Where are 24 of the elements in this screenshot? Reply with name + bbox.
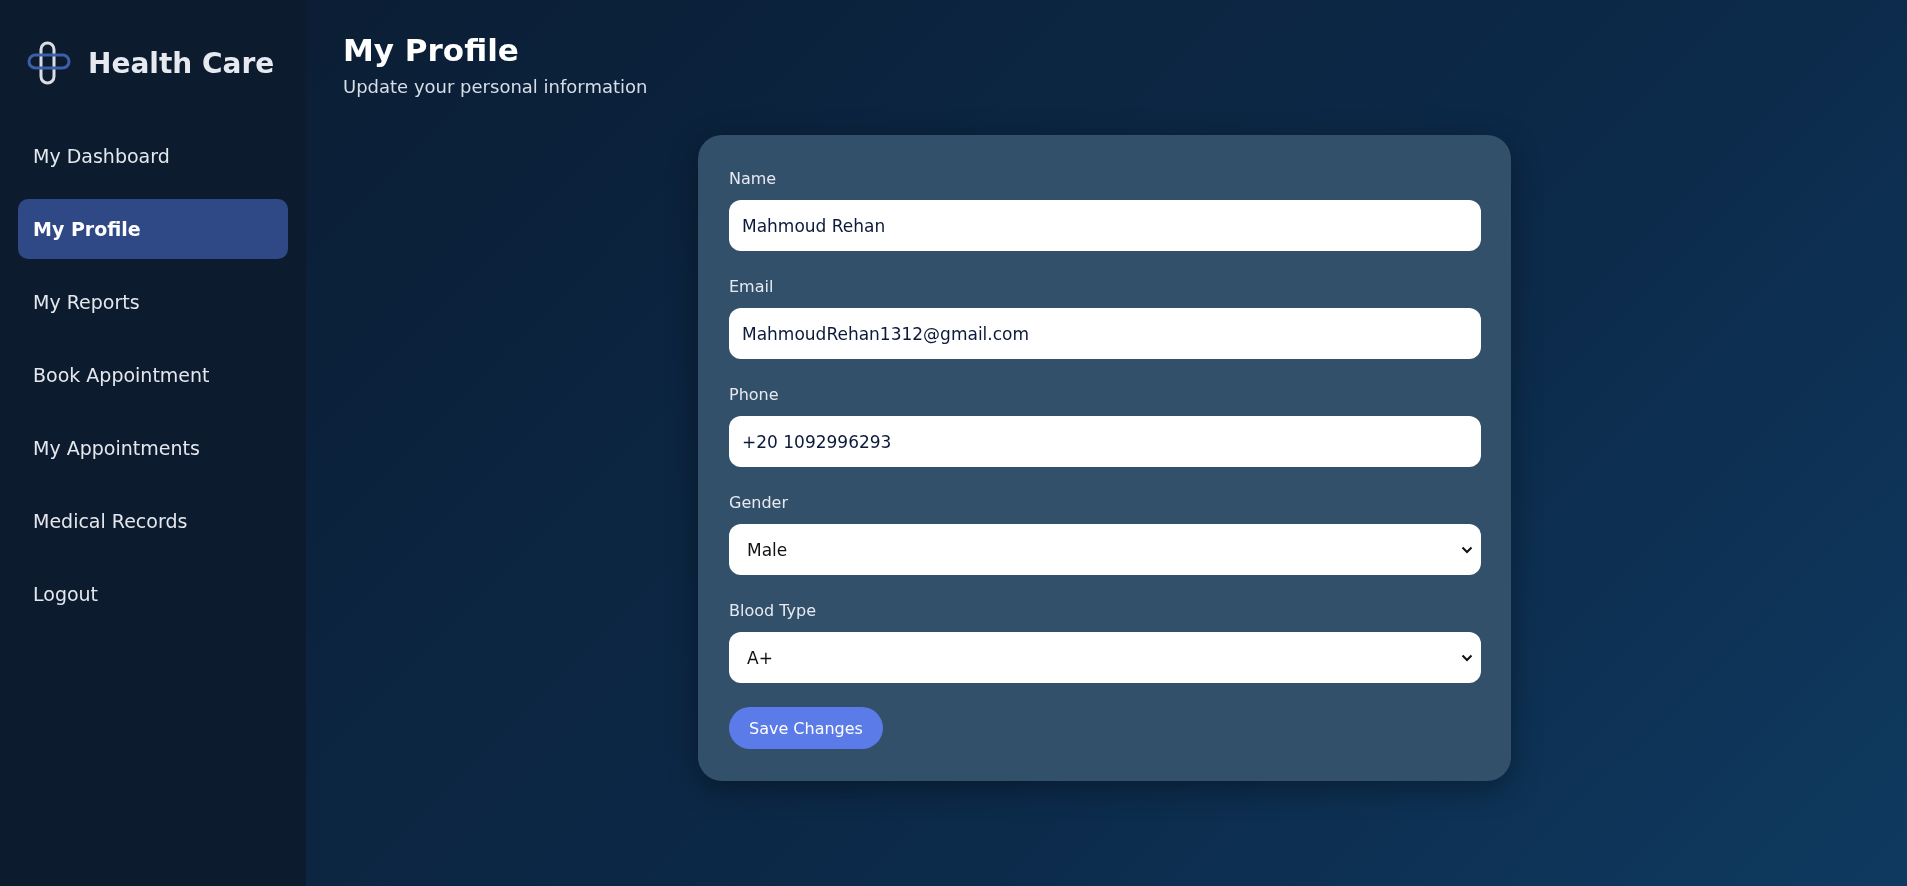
chevron-down-icon	[1461, 545, 1473, 554]
input-field[interactable]: +20 1092996293	[729, 416, 1481, 467]
input-field[interactable]: MahmoudRehan1312@gmail.com	[729, 308, 1481, 359]
nav-item[interactable]: Medical Records	[18, 491, 288, 551]
input-field[interactable]: Mahmoud Rehan	[729, 200, 1481, 251]
nav-item[interactable]: Book Appointment	[18, 345, 288, 405]
cross-logo-icon	[26, 40, 72, 86]
page-subtitle: Update your personal information	[343, 76, 649, 97]
field-label: Gender	[729, 493, 789, 512]
nav-item[interactable]: Logout	[18, 564, 288, 624]
select-field[interactable]: Male	[729, 524, 1481, 575]
page-title: My Profile	[343, 32, 520, 68]
select-field[interactable]: A+	[729, 632, 1481, 683]
brand-name: Health Care	[88, 46, 275, 80]
nav-item[interactable]: My Dashboard	[18, 126, 288, 186]
save-button[interactable]: Save Changes	[729, 707, 883, 749]
field-label: Name	[729, 169, 778, 188]
nav-item[interactable]: My Profile	[18, 199, 288, 259]
field-label: Email	[729, 277, 775, 296]
field-label: Blood Type	[729, 601, 817, 620]
field-label: Phone	[729, 385, 780, 404]
chevron-down-icon	[1461, 653, 1473, 662]
nav-item[interactable]: My Appointments	[18, 418, 288, 478]
nav-item[interactable]: My Reports	[18, 272, 288, 332]
